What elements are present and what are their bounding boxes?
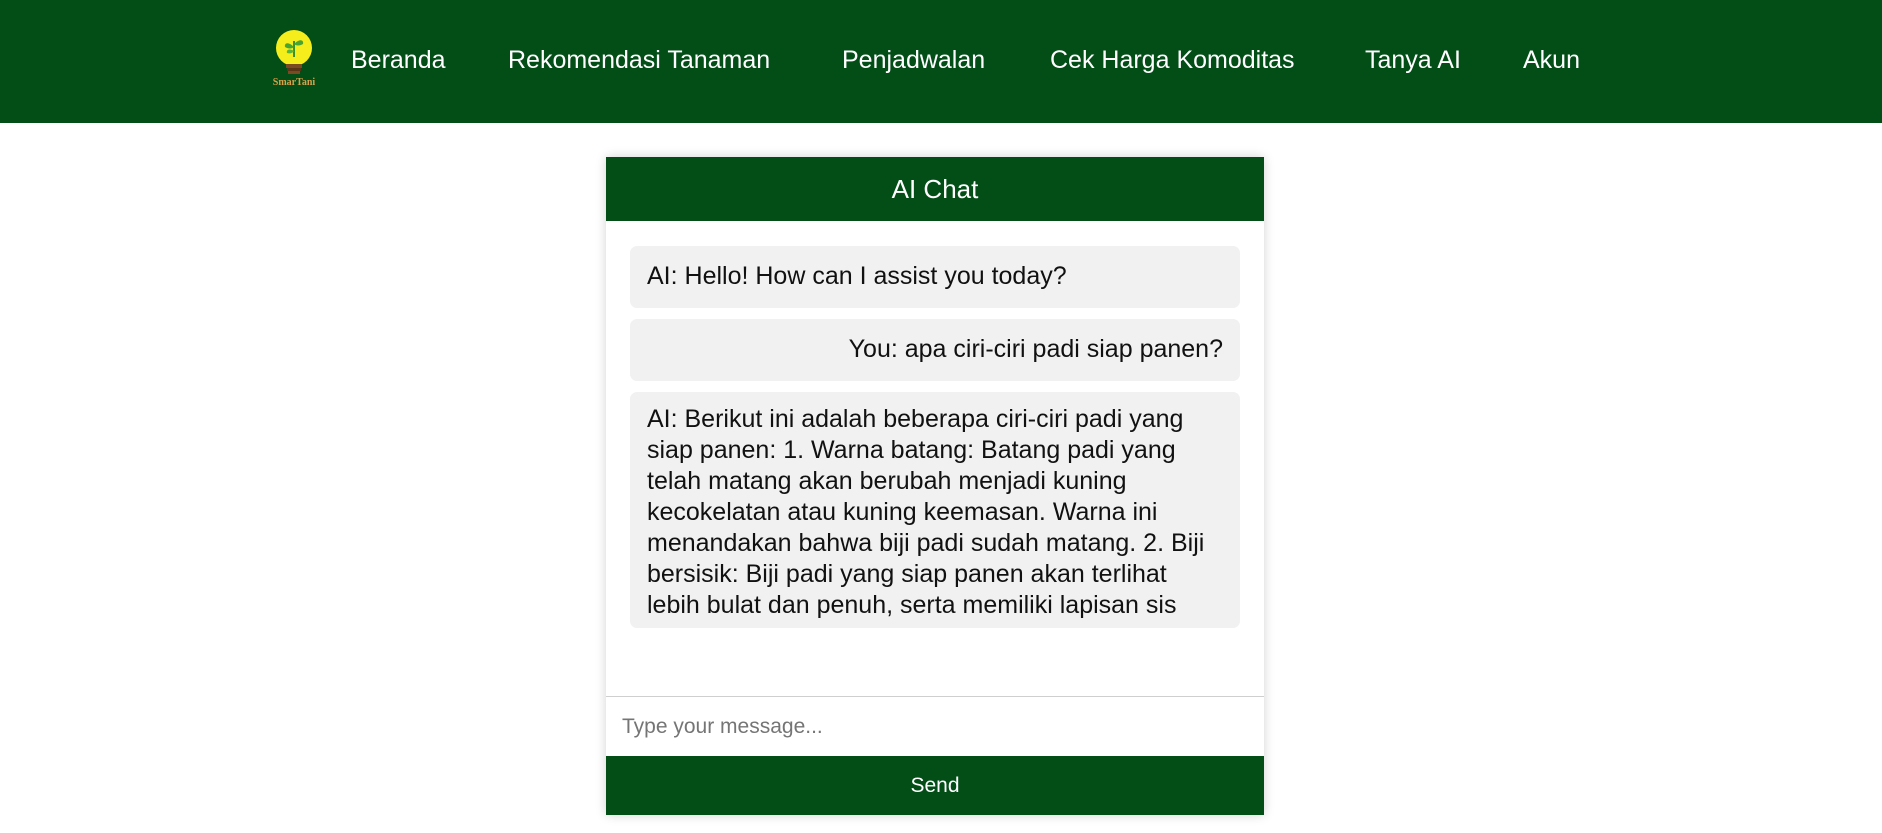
nav-item-rekomendasi-tanaman[interactable]: Rekomendasi Tanaman (508, 44, 770, 76)
nav-item-cek-harga-komoditas[interactable]: Cek Harga Komoditas (1050, 44, 1295, 76)
top-navbar: SmarTani Beranda Rekomendasi Tanaman Pen… (0, 0, 1882, 123)
chat-title: AI Chat (606, 157, 1264, 221)
chat-message-text: AI: Berikut ini adalah beberapa ciri-cir… (647, 405, 1205, 619)
logo-text: SmarTani (273, 77, 316, 88)
chat-message-user: You: apa ciri-ciri padi siap panen? (630, 319, 1240, 381)
send-button[interactable]: Send (606, 756, 1264, 815)
nav-item-beranda[interactable]: Beranda (351, 44, 446, 76)
smartani-logo[interactable]: SmarTani (266, 27, 322, 91)
message-input[interactable] (606, 697, 1264, 756)
lightbulb-plant-icon: SmarTani (273, 30, 316, 88)
chat-message-ai: AI: Hello! How can I assist you today? (630, 246, 1240, 308)
nav-item-akun[interactable]: Akun (1523, 44, 1580, 76)
chat-message-text: AI: Hello! How can I assist you today? (647, 262, 1067, 290)
chat-message-text: You: apa ciri-ciri padi siap panen? (848, 335, 1223, 363)
chat-message-ai: AI: Berikut ini adalah beberapa ciri-cir… (630, 392, 1240, 628)
nav-item-penjadwalan[interactable]: Penjadwalan (842, 44, 985, 76)
ai-chat-panel: AI Chat AI: Hello! How can I assist you … (606, 157, 1264, 815)
nav-item-tanya-ai[interactable]: Tanya AI (1365, 44, 1461, 76)
